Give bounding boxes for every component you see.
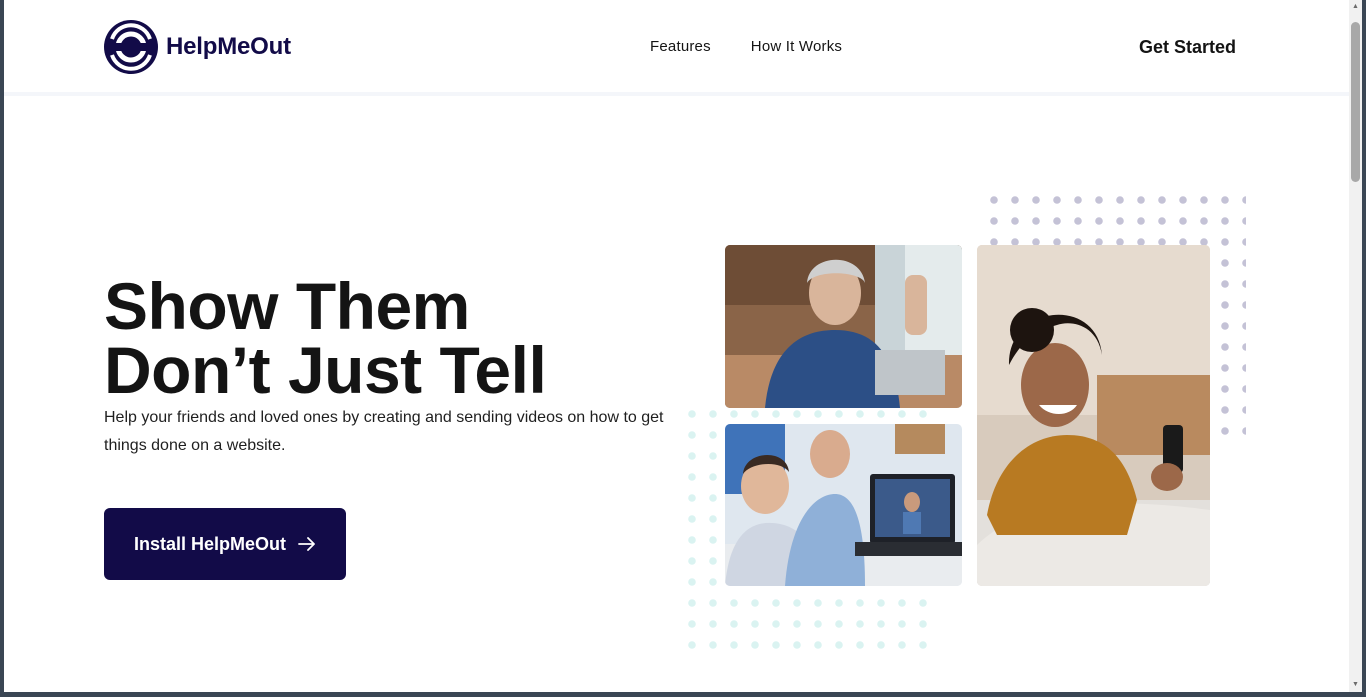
navbar: HelpMeOut Features How It Works Get Star…: [4, 0, 1349, 96]
get-started-link[interactable]: Get Started: [1139, 37, 1236, 58]
nav-links: Features How It Works: [650, 38, 842, 55]
hero-subtitle: Help your friends and loved ones by crea…: [104, 409, 664, 454]
install-button[interactable]: Install HelpMeOut: [104, 508, 346, 580]
helpmeout-logo-icon: [104, 20, 158, 74]
nav-link-how-it-works[interactable]: How It Works: [751, 38, 842, 55]
scroll-thumb[interactable]: [1351, 22, 1360, 182]
brand-name: HelpMeOut: [166, 33, 291, 60]
arrow-right-icon: [298, 537, 315, 551]
photo-grandpa-child-laptop: [725, 424, 962, 586]
photo-woman-laptop-headphones: [725, 245, 962, 408]
window-frame: [1362, 0, 1366, 697]
nav-link-features[interactable]: Features: [650, 38, 711, 55]
hero-title: Show Them Don’t Just Tell: [104, 269, 664, 407]
photo-woman-phone-couch: [977, 245, 1210, 586]
scroll-up-icon[interactable]: ▲: [1351, 2, 1360, 12]
page-viewport: HelpMeOut Features How It Works Get Star…: [4, 0, 1349, 692]
install-button-label: Install HelpMeOut: [133, 533, 286, 554]
hero-title-line-1: Show Them: [104, 269, 470, 343]
brand-logo[interactable]: HelpMeOut: [104, 20, 291, 74]
scroll-down-icon[interactable]: ▼: [1351, 680, 1360, 690]
vertical-scrollbar[interactable]: ▲ ▼: [1349, 0, 1362, 692]
hero-title-line-2: Don’t Just Tell: [104, 333, 547, 407]
